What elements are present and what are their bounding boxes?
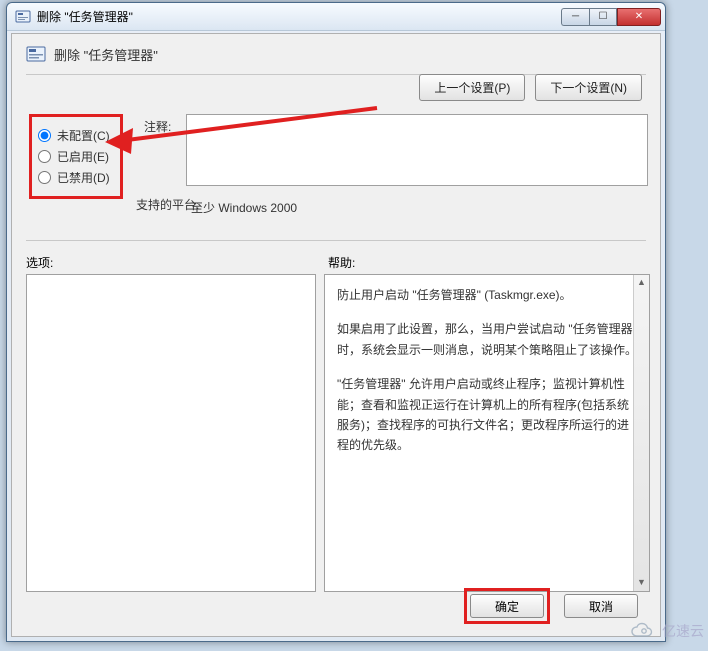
help-panel: 防止用户启动 "任务管理器" (Taskmgr.exe)。 如果启用了此设置，那… bbox=[324, 274, 650, 592]
header: 删除 "任务管理器" bbox=[12, 34, 660, 70]
maximize-button[interactable]: ☐ bbox=[589, 8, 617, 26]
policy-header-icon bbox=[26, 44, 46, 64]
help-paragraph: 如果启用了此设置，那么，当用户尝试启动 "任务管理器" 时，系统会显示一则消息，… bbox=[337, 319, 637, 360]
close-button[interactable]: ✕ bbox=[617, 8, 661, 26]
dialog-window: 删除 "任务管理器" ─ ☐ ✕ 删除 "任务管理器" 上一个设置(P) 下一个… bbox=[6, 2, 666, 642]
state-radio-group: 未配置(C) 已启用(E) 已禁用(D) bbox=[29, 114, 123, 199]
comment-input[interactable] bbox=[186, 114, 648, 186]
platform-value: 至少 Windows 2000 bbox=[186, 192, 648, 232]
minimize-button[interactable]: ─ bbox=[561, 8, 589, 26]
scrollbar[interactable]: ▲ ▼ bbox=[633, 275, 649, 591]
radio-enabled[interactable] bbox=[38, 150, 51, 163]
titlebar[interactable]: 删除 "任务管理器" ─ ☐ ✕ bbox=[7, 3, 665, 31]
next-setting-button[interactable]: 下一个设置(N) bbox=[535, 74, 642, 101]
client-area: 删除 "任务管理器" 上一个设置(P) 下一个设置(N) 未配置(C) 已启用(… bbox=[11, 33, 661, 637]
scroll-up-icon[interactable]: ▲ bbox=[634, 275, 649, 291]
header-title: 删除 "任务管理器" bbox=[54, 45, 158, 64]
window-title: 删除 "任务管理器" bbox=[37, 8, 561, 25]
prev-setting-button[interactable]: 上一个设置(P) bbox=[419, 74, 525, 101]
help-label: 帮助: bbox=[328, 254, 355, 271]
radio-not-configured-label: 未配置(C) bbox=[57, 127, 110, 144]
dialog-buttons: 确定 取消 bbox=[464, 588, 638, 624]
divider-mid bbox=[26, 240, 646, 241]
ok-button[interactable]: 确定 bbox=[470, 594, 544, 618]
watermark-text: 亿速云 bbox=[662, 621, 704, 641]
comment-label: 注释: bbox=[144, 118, 171, 135]
help-paragraph: 防止用户启动 "任务管理器" (Taskmgr.exe)。 bbox=[337, 285, 637, 305]
radio-disabled[interactable] bbox=[38, 171, 51, 184]
annotation-highlight: 确定 bbox=[464, 588, 550, 624]
cancel-button[interactable]: 取消 bbox=[564, 594, 638, 618]
options-panel bbox=[26, 274, 316, 592]
radio-enabled-label: 已启用(E) bbox=[57, 148, 109, 165]
radio-not-configured[interactable] bbox=[38, 129, 51, 142]
radio-disabled-label: 已禁用(D) bbox=[57, 169, 110, 186]
nav-buttons: 上一个设置(P) 下一个设置(N) bbox=[419, 74, 642, 101]
options-label: 选项: bbox=[26, 254, 53, 271]
window-controls: ─ ☐ ✕ bbox=[561, 8, 661, 26]
policy-icon bbox=[15, 9, 31, 25]
help-paragraph: "任务管理器" 允许用户启动或终止程序；监视计算机性能；查看和监视正运行在计算机… bbox=[337, 374, 637, 456]
